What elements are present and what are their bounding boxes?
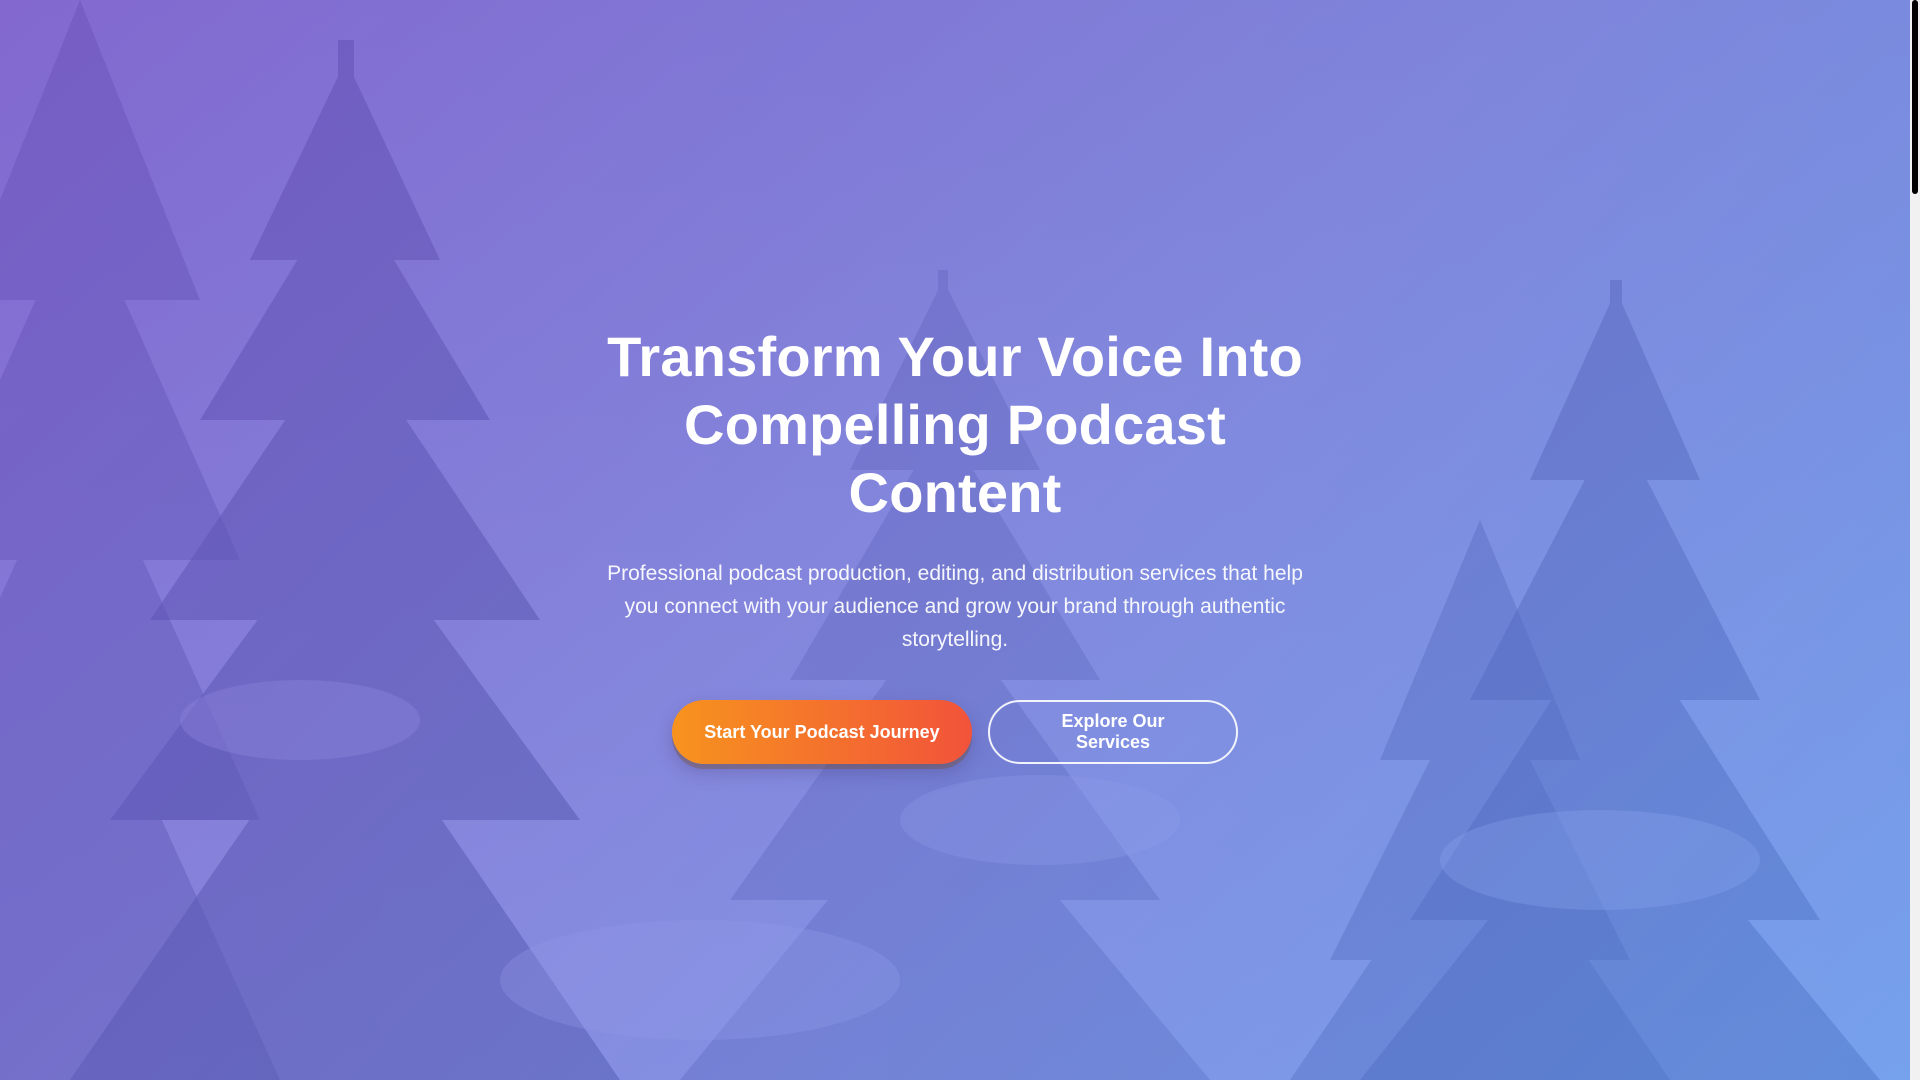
hero-subtitle: Professional podcast production, editing…: [607, 562, 1303, 651]
start-podcast-journey-button[interactable]: Start Your Podcast Journey: [672, 700, 972, 764]
scrollbar-thumb[interactable]: [1912, 0, 1918, 194]
hero-title: Transform Your Voice Into Compelling Pod…: [607, 325, 1303, 524]
page: Transform Your Voice Into Compelling Pod…: [0, 0, 1920, 1080]
hero-section: Transform Your Voice Into Compelling Pod…: [0, 0, 1910, 1080]
hero-content: Transform Your Voice Into Compelling Pod…: [590, 323, 1320, 764]
explore-services-button[interactable]: Explore Our Services: [988, 700, 1238, 764]
page-scrollbar[interactable]: [1910, 0, 1920, 1080]
cta-row: Start Your Podcast Journey Explore Our S…: [590, 700, 1320, 764]
